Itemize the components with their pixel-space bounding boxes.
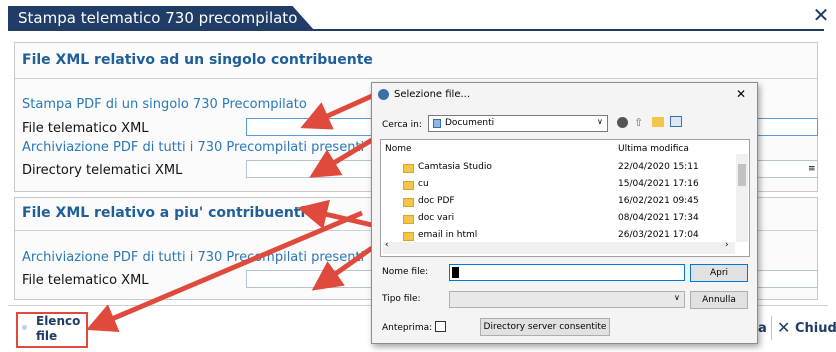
- folder-icon: [403, 215, 414, 224]
- documents-icon: [433, 119, 441, 128]
- chevron-down-icon: ∨: [674, 293, 680, 302]
- new-folder-icon[interactable]: [652, 117, 664, 127]
- folder-icon: [403, 164, 414, 173]
- nome-file-input[interactable]: [449, 264, 685, 281]
- file-date: 16/02/2021 09:45: [618, 196, 699, 206]
- app-icon: [378, 89, 389, 100]
- folder-icon: [403, 232, 414, 241]
- dialog-close-icon[interactable]: ✕: [736, 87, 746, 101]
- text-cursor: [452, 267, 459, 278]
- dialog-title: Selezione file...: [394, 89, 471, 100]
- nome-file-label: Nome file:: [382, 267, 429, 277]
- arrow-to-file-xml: [300, 93, 374, 130]
- file-date: 26/03/2021 17:04: [618, 230, 699, 240]
- directory-server-button[interactable]: Directory server consentite: [480, 318, 610, 336]
- file-name: cu: [418, 179, 429, 189]
- scrollbar-thumb[interactable]: [738, 164, 746, 186]
- cerca-in-label: Cerca in:: [382, 120, 422, 130]
- anteprima-checkbox[interactable]: [435, 321, 446, 332]
- folder-icon: [403, 198, 414, 207]
- cerca-in-select[interactable]: Documenti ∨: [428, 115, 608, 132]
- file-name: Camtasia Studio: [418, 162, 492, 172]
- file-date: 22/04/2020 15:11: [618, 162, 699, 172]
- chevron-down-icon: ∨: [597, 117, 603, 126]
- file-date: 08/04/2021 17:34: [618, 213, 699, 223]
- scroll-right-icon[interactable]: ›: [725, 240, 729, 250]
- vertical-scrollbar[interactable]: [736, 154, 748, 242]
- col-header-modified[interactable]: Ultima modifica: [618, 144, 689, 154]
- folder-icon: [403, 181, 414, 190]
- tipo-file-select[interactable]: ∨: [449, 291, 685, 308]
- up-folder-icon[interactable]: ⇧: [634, 116, 643, 129]
- file-name: doc PDF: [418, 196, 455, 206]
- view-menu-icon[interactable]: [670, 116, 682, 127]
- cerca-in-value: Documenti: [445, 118, 495, 128]
- col-header-name[interactable]: Nome: [385, 144, 412, 154]
- arrow-to-multi-file: [311, 245, 374, 291]
- file-name: doc vari: [418, 213, 455, 223]
- file-selection-dialog: Selezione file... ✕ Cerca in: Documenti …: [371, 82, 758, 344]
- file-name: email in html: [418, 230, 478, 240]
- anteprima-label: Anteprima:: [382, 323, 433, 333]
- scroll-left-icon[interactable]: ‹: [385, 240, 389, 250]
- arrow-to-elenco-file: [86, 210, 363, 332]
- arrow-to-directory: [309, 137, 374, 178]
- tipo-file-label: Tipo file:: [382, 294, 421, 304]
- back-icon[interactable]: [617, 117, 628, 128]
- annulla-button[interactable]: Annulla: [690, 291, 748, 309]
- file-date: 15/04/2021 17:16: [618, 179, 699, 189]
- file-list: Nome Ultima modifica Camtasia Studio 22/…: [380, 139, 750, 257]
- apri-button[interactable]: Apri: [690, 264, 748, 282]
- horizontal-scrollbar[interactable]: ‹ ›: [383, 240, 735, 254]
